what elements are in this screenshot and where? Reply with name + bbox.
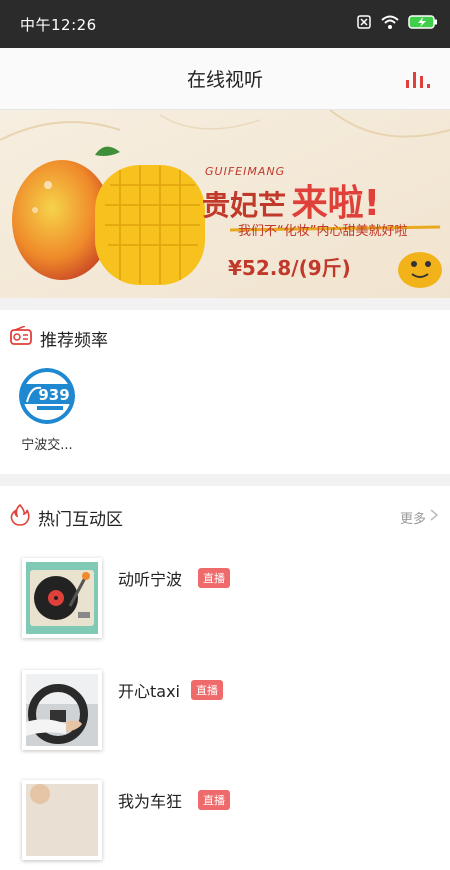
recommended-header: 推荐频率 [0,318,450,358]
hot-title: 热门互动区 [38,509,123,530]
banner-headline-arrival: 来啦! [291,183,381,224]
live-badge: 直播 [198,568,230,588]
section-divider [0,474,450,486]
more-link[interactable]: 更多 [399,508,439,527]
recommended-title: 推荐频率 [40,330,108,351]
chevron-right-icon [430,509,439,525]
item-name: 动听宁波 [118,570,183,589]
station-item[interactable]: 939 宁波交... [16,368,78,453]
banner-headline-product: 贵妃芒 [202,189,287,222]
battery-icon [408,14,438,34]
banner-headline: 贵妃芒 来啦! [202,174,380,226]
list-item[interactable]: 开心taxi 直播 [0,670,450,760]
station-logo: 939 [19,368,75,424]
item-name: 我为车狂 [118,792,183,811]
now-playing-icon[interactable] [404,70,432,92]
item-name: 开心taxi [118,682,180,701]
flame-icon [10,503,30,530]
list-item[interactable]: 动听宁波 直播 [0,558,450,648]
status-bar: 中午12:26 [0,0,450,48]
more-label: 更多 [399,511,426,527]
section-divider [0,298,450,310]
item-thumbnail [22,558,102,638]
station-name: 宁波交... [21,438,73,453]
status-time: 中午12:26 [20,15,97,34]
station-logo-text: 939 [38,386,69,404]
radio-icon [10,325,32,350]
live-badge: 直播 [198,790,230,810]
no-sim-icon [356,14,372,34]
promo-banner[interactable]: GUIFEIMANG 贵妃芒 来啦! 我们不“化妆”内心甜美就好啦 ¥52.8/… [0,110,450,298]
page-title: 在线视听 [186,69,263,91]
list-item[interactable]: 我为车狂 直播 [0,780,450,870]
system-icons [356,14,438,34]
item-thumbnail [22,670,102,750]
item-thumbnail [22,780,102,860]
turntable-icon [26,562,98,634]
live-badge: 直播 [191,680,223,700]
wifi-icon [380,14,400,34]
hot-header: 热门互动区 更多 [0,497,450,537]
steering-wheel-icon [26,674,98,746]
banner-price: ¥52.8/(9斤) [228,256,351,280]
title-bar: 在线视听 [0,48,450,110]
banner-subline: 我们不“化妆”内心甜美就好啦 [238,224,408,239]
car-photo-icon [26,784,98,856]
